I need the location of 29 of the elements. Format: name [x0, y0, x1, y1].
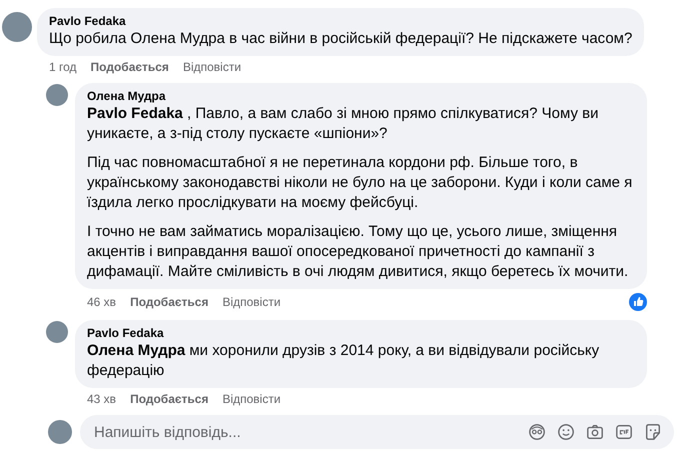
like-link[interactable]: Подобається [90, 60, 169, 74]
reply-link[interactable]: Відповісти [222, 392, 281, 406]
gif-icon[interactable] [615, 423, 633, 441]
comment-time[interactable]: 43 хв [87, 392, 116, 406]
reply-input[interactable]: Напишіть відповідь... [92, 422, 517, 442]
sticker-icon[interactable] [644, 423, 662, 441]
avatar[interactable] [2, 12, 32, 42]
like-link[interactable]: Подобається [130, 295, 208, 309]
comment-time[interactable]: 46 хв [87, 295, 116, 309]
like-link[interactable]: Подобається [130, 392, 208, 406]
reply-field[interactable]: Напишіть відповідь... [80, 415, 674, 449]
avatar[interactable] [46, 84, 68, 106]
comment-text: І точно не вам займатись моралізацією. Тому що це, усього лише, зміщення акцентів і виправдання вашої опосередкованої причетності до кампанії з дифамації. Майте сміливість в очі людям дивитися, якщо беретесь їх мочити. [87, 222, 630, 282]
comment-time[interactable]: 1 год [49, 60, 77, 74]
author-name[interactable]: Pavlo Fedaka [49, 14, 632, 29]
comment-text: Олена Мудра ми хоронили друзів з 2014 року, а ви відвідували російську федерацію [87, 341, 600, 381]
comment-text: Що робила Олена Мудра в час війни в російській федерації? Не підскажете часом? [49, 29, 632, 49]
smiley-icon[interactable] [557, 423, 575, 441]
comment-text: Pavlo Fedaka , Павло, а вам слабо зі мною прямо спілкуватися? Чому ви уникаєте, а з-під столу пускаєте «шпіони»? [87, 104, 600, 144]
author-name[interactable]: Pavlo Fedaka [87, 326, 635, 341]
avatar[interactable] [46, 321, 68, 343]
author-name[interactable]: Олена Мудра [87, 89, 635, 104]
avatar-sticker-icon[interactable] [528, 423, 546, 441]
camera-icon[interactable] [586, 423, 604, 441]
comment-text: Під час повномасштабної я не перетинала кордони рф. Більше того, в українському законодавстві ніколи не було на це заборони. Куди і коли саме я їздила легко прослідкувати на моєму фейсбуці. [87, 153, 634, 213]
reply-link[interactable]: Відповісти [222, 295, 281, 309]
avatar[interactable] [48, 420, 72, 444]
reply-link[interactable]: Відповісти [182, 60, 242, 74]
thumbs-up-icon[interactable] [629, 293, 647, 311]
